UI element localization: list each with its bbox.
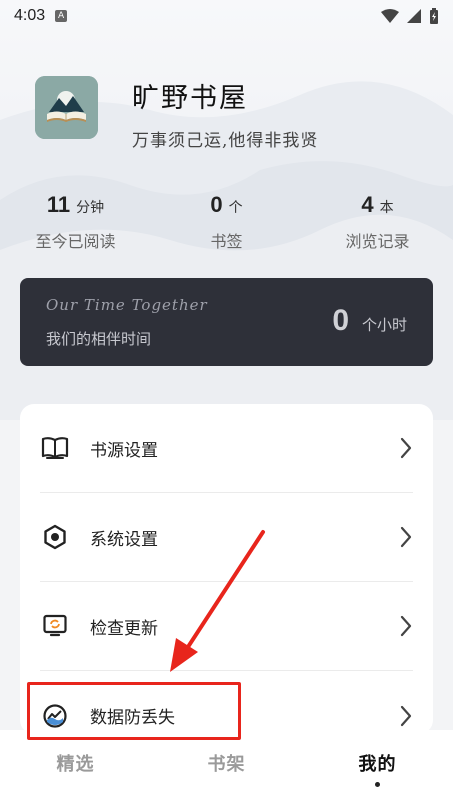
chevron-right-icon	[400, 615, 412, 637]
stat-value: 0	[210, 192, 223, 217]
stat-unit: 本	[379, 200, 394, 216]
chevron-right-icon	[400, 705, 412, 726]
status-icons	[381, 8, 439, 24]
chevron-right-icon	[400, 526, 412, 548]
chevron-right-icon	[400, 437, 412, 459]
reading-stats: 11 分钟 至今已阅读 0 个 书签 4 本 浏览记录	[0, 192, 453, 262]
tab-bookshelf[interactable]: 书架	[151, 730, 302, 807]
gear-icon	[40, 522, 70, 552]
status-bar: 4:03 A	[0, 0, 453, 32]
together-hours-value: 0	[332, 304, 349, 337]
stat-label: 书签	[210, 232, 243, 251]
annotation-highlight-box	[27, 682, 241, 740]
bottom-nav: 精选 书架 我的	[0, 730, 453, 807]
tab-label: 书架	[207, 754, 246, 775]
menu-item-label: 系统设置	[90, 529, 158, 550]
signal-icon	[407, 9, 421, 23]
status-indicator-icon: A	[55, 10, 68, 22]
tab-active-indicator	[375, 782, 380, 787]
book-icon	[40, 433, 70, 463]
tab-featured[interactable]: 精选	[0, 730, 151, 807]
app-avatar	[35, 76, 98, 139]
menu-item-check-update[interactable]: 检查更新	[40, 582, 413, 671]
stat-value: 11	[46, 192, 71, 217]
tab-label: 我的	[358, 754, 397, 775]
stat-unit: 分钟	[76, 200, 105, 216]
stat-unit: 个	[228, 200, 243, 216]
stat-reading-time[interactable]: 11 分钟 至今已阅读	[0, 192, 151, 262]
book-house-logo-icon	[35, 76, 98, 139]
stat-history[interactable]: 4 本 浏览记录	[302, 192, 453, 262]
stat-value: 4	[361, 192, 374, 217]
together-title-cn: 我们的相伴时间	[46, 330, 152, 348]
wifi-icon	[381, 9, 399, 23]
stat-label: 至今已阅读	[35, 232, 116, 251]
menu-item-label: 检查更新	[90, 618, 158, 639]
tab-indicator	[224, 782, 229, 787]
menu-item-system-settings[interactable]: 系统设置	[40, 493, 413, 582]
battery-icon	[430, 8, 438, 24]
status-time: 4:03	[14, 7, 46, 24]
app-name: 旷野书屋	[132, 83, 248, 114]
together-time-card: Our Time Together 我们的相伴时间 0 个小时	[20, 278, 433, 366]
menu-item-label: 书源设置	[90, 440, 158, 461]
tab-label: 精选	[56, 754, 95, 775]
tab-indicator	[73, 782, 78, 787]
together-title-en: Our Time Together	[46, 296, 208, 314]
menu-item-book-source[interactable]: 书源设置	[40, 404, 413, 493]
update-icon	[40, 611, 70, 641]
stat-bookmarks[interactable]: 0 个 书签	[151, 192, 302, 262]
app-motto: 万事须己运,他得非我贤	[132, 131, 319, 151]
tab-mine[interactable]: 我的	[302, 730, 453, 807]
stat-label: 浏览记录	[345, 232, 410, 251]
together-hours-unit: 个小时	[361, 316, 407, 334]
